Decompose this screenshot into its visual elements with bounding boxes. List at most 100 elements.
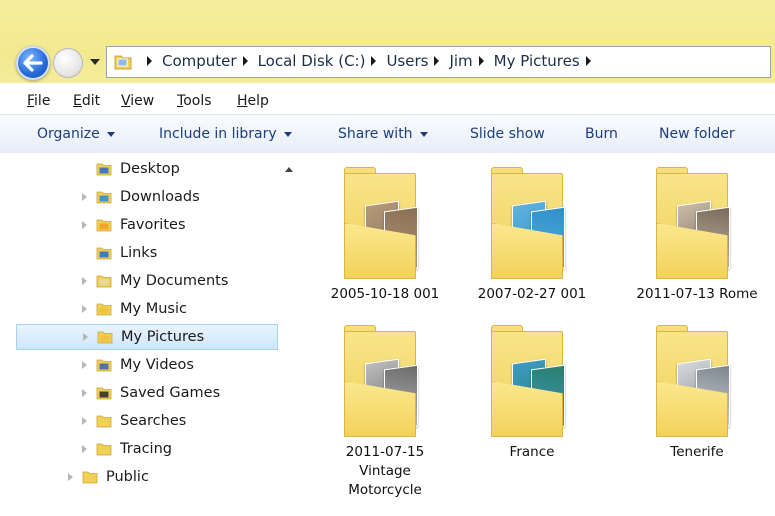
breadcrumb-users[interactable]: Users xyxy=(386,52,428,70)
folder-tile[interactable]: France xyxy=(457,325,607,462)
burn-button[interactable]: Burn xyxy=(585,126,618,142)
title-bar[interactable] xyxy=(0,0,775,40)
folder-icon xyxy=(96,443,112,456)
folder-tile[interactable]: 2005-10-18 001 xyxy=(310,167,460,304)
folder-icon xyxy=(82,471,98,484)
nav-item-label: Saved Games xyxy=(120,385,221,401)
nav-item-links[interactable]: Links xyxy=(82,240,157,266)
recent-pages-dropdown[interactable] xyxy=(90,59,100,65)
menu-tools[interactable]: Tools xyxy=(177,93,212,109)
folder-icon xyxy=(340,167,430,279)
nav-item-label: Searches xyxy=(120,413,187,429)
expand-arrow-icon[interactable] xyxy=(82,445,87,453)
command-bar: Organize Include in library Share with S… xyxy=(0,114,775,154)
breadcrumb-computer[interactable]: Computer xyxy=(162,52,237,70)
nav-item-label: Desktop xyxy=(120,161,180,177)
searches-icon xyxy=(96,415,112,428)
nav-item-desktop[interactable]: Desktop xyxy=(82,156,180,182)
breadcrumb-separator-icon[interactable] xyxy=(585,56,591,66)
nav-item-label: Downloads xyxy=(120,189,200,205)
folder-icon xyxy=(114,55,132,70)
expand-arrow-icon[interactable] xyxy=(82,277,87,285)
address-bar[interactable]: Computer Local Disk (C:) Users Jim My Pi… xyxy=(106,46,771,78)
expand-arrow-icon[interactable] xyxy=(82,305,87,313)
menu-edit[interactable]: Edit xyxy=(73,93,100,109)
expand-arrow-icon[interactable] xyxy=(83,333,88,341)
desktop-icon xyxy=(96,163,112,176)
back-arrow-icon xyxy=(23,54,43,72)
navigation-pane: Desktop Downloads Favorites Links My Documen… xyxy=(0,153,302,516)
expand-arrow-icon[interactable] xyxy=(82,417,87,425)
menu-help-accesskey: H xyxy=(237,93,248,109)
folder-name: 2007-02-27 001 xyxy=(477,286,587,302)
breadcrumb-separator-icon[interactable] xyxy=(371,56,377,66)
nav-item-tracing[interactable]: Tracing xyxy=(82,436,172,462)
nav-item-label: My Music xyxy=(120,301,187,317)
breadcrumb-separator-icon[interactable] xyxy=(147,56,152,66)
nav-item-my-documents[interactable]: My Documents xyxy=(82,268,228,294)
folder-tile[interactable]: Tenerife xyxy=(622,325,772,462)
explorer-window: Computer Local Disk (C:) Users Jim My Pi… xyxy=(0,0,775,516)
organize-label: Organize xyxy=(37,126,100,142)
folder-icon xyxy=(487,167,577,279)
links-icon xyxy=(96,247,112,260)
slide-show-button[interactable]: Slide show xyxy=(470,126,545,142)
nav-item-favorites[interactable]: Favorites xyxy=(82,212,186,238)
expand-arrow-icon[interactable] xyxy=(82,361,87,369)
forward-button[interactable] xyxy=(53,48,83,78)
expand-arrow-icon[interactable] xyxy=(82,193,87,201)
nav-item-public[interactable]: Public xyxy=(68,464,149,490)
expand-arrow-icon[interactable] xyxy=(82,165,87,173)
share-with-button[interactable]: Share with xyxy=(338,126,428,142)
saved-games-icon xyxy=(96,387,112,400)
breadcrumb-separator-icon[interactable] xyxy=(434,56,440,66)
music-icon xyxy=(96,303,112,316)
nav-item-searches[interactable]: Searches xyxy=(82,408,186,434)
breadcrumb-local-disk[interactable]: Local Disk (C:) xyxy=(258,52,366,70)
nav-item-downloads[interactable]: Downloads xyxy=(82,184,200,210)
folder-tile[interactable]: 2007-02-27 001 xyxy=(457,167,607,304)
menu-file-label: ile xyxy=(34,93,51,109)
chevron-up-icon[interactable] xyxy=(285,167,293,172)
file-view: 2005-10-18 001 2007-02-27 001 2011-07-13 R… xyxy=(302,153,775,516)
breadcrumb-jim[interactable]: Jim xyxy=(449,52,472,70)
nav-item-my-music[interactable]: My Music xyxy=(82,296,187,322)
chevron-down-icon xyxy=(106,131,115,137)
folder-name: France xyxy=(509,444,555,460)
expand-arrow-icon[interactable] xyxy=(68,473,73,481)
include-in-library-label: Include in library xyxy=(159,126,277,142)
folder-icon xyxy=(652,325,742,437)
folder-tile[interactable]: 2011-07-13 Rome xyxy=(622,167,772,304)
menu-edit-accesskey: E xyxy=(73,93,82,109)
breadcrumb: Computer Local Disk (C:) Users Jim My Pi… xyxy=(141,52,601,70)
folder-icon xyxy=(652,167,742,279)
chevron-down-icon xyxy=(283,131,292,137)
folder-icon xyxy=(340,325,430,437)
organize-button[interactable]: Organize xyxy=(37,126,115,142)
breadcrumb-separator-icon[interactable] xyxy=(242,56,248,66)
new-folder-button[interactable]: New folder xyxy=(659,126,735,142)
folder-tile[interactable]: 2011-07-15 Vintage Motorcycle xyxy=(310,325,460,500)
documents-icon xyxy=(96,275,112,288)
nav-item-saved-games[interactable]: Saved Games xyxy=(82,380,220,406)
expand-arrow-icon[interactable] xyxy=(82,249,87,257)
menu-view[interactable]: View xyxy=(121,93,154,109)
expand-arrow-icon[interactable] xyxy=(82,389,87,397)
menu-edit-label: dit xyxy=(81,93,101,109)
include-in-library-button[interactable]: Include in library xyxy=(159,126,292,142)
menu-help[interactable]: Help xyxy=(237,93,269,109)
nav-item-label: Favorites xyxy=(120,217,186,233)
share-with-label: Share with xyxy=(338,126,413,142)
videos-icon xyxy=(96,359,112,372)
back-button[interactable] xyxy=(16,46,50,80)
menu-bar: File Edit View Tools Help xyxy=(0,88,775,112)
breadcrumb-my-pictures[interactable]: My Pictures xyxy=(494,52,580,70)
nav-item-my-pictures[interactable]: My Pictures xyxy=(16,324,278,350)
expand-arrow-icon[interactable] xyxy=(82,221,87,229)
menu-file[interactable]: File xyxy=(27,93,50,109)
nav-item-my-videos[interactable]: My Videos xyxy=(82,352,194,378)
favorites-icon xyxy=(96,219,112,232)
nav-item-label: My Pictures xyxy=(121,329,205,345)
breadcrumb-separator-icon[interactable] xyxy=(478,56,484,66)
pictures-icon xyxy=(97,331,113,344)
